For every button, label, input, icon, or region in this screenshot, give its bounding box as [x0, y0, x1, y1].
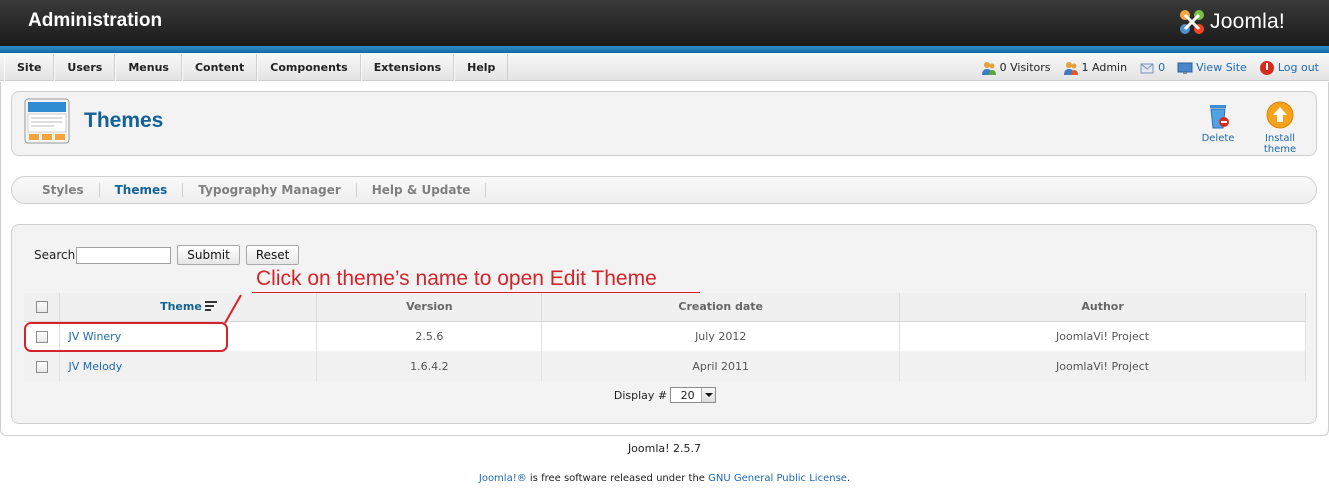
logout-label: Log out — [1277, 61, 1319, 74]
column-theme-label: Theme — [160, 300, 202, 314]
search-label: Search — [34, 248, 76, 262]
logout-icon — [1259, 60, 1274, 75]
theme-name-cell: JV Winery — [59, 321, 318, 351]
submit-button[interactable]: Submit — [177, 245, 240, 265]
logo-text: Joomla! — [1210, 10, 1285, 33]
upload-arrow-icon — [1266, 101, 1294, 129]
table-row: JV Melody 1.6.4.2 April 2011 JoomlaVi! P… — [24, 351, 1306, 381]
theme-name-link[interactable]: JV Melody — [68, 360, 122, 373]
toolbar-box: Themes Delete Install theme — [11, 91, 1317, 156]
page-title: Themes — [84, 109, 164, 132]
view-site-label: View Site — [1196, 61, 1247, 74]
header-strip — [0, 46, 1329, 53]
visitors-status: 0 Visitors — [981, 60, 1051, 76]
visitors-count: 0 Visitors — [999, 61, 1051, 74]
joomla-logo-icon — [1180, 10, 1204, 34]
select-all-checkbox[interactable] — [35, 301, 48, 314]
monitor-icon — [1177, 62, 1193, 74]
joomla-link[interactable]: Joomla!® — [479, 473, 527, 484]
menu-components[interactable]: Components — [257, 54, 361, 81]
row-checkbox[interactable] — [35, 360, 48, 373]
mail-icon — [1140, 63, 1154, 73]
row-checkbox[interactable] — [35, 330, 48, 343]
tab-themes[interactable]: Themes — [100, 183, 184, 197]
column-theme[interactable]: Theme — [59, 293, 318, 322]
install-label: Install theme — [1263, 133, 1297, 155]
install-theme-button[interactable]: Install theme — [1248, 100, 1312, 155]
menu-menus[interactable]: Menus — [115, 54, 182, 81]
license-end: . — [846, 473, 851, 484]
theme-name-cell: JV Melody — [59, 351, 318, 381]
version-text: Joomla! 2.5.7 — [627, 442, 702, 455]
messages-count: 0 — [1158, 61, 1166, 74]
theme-author: JoomlaVi! Project — [899, 351, 1306, 381]
select-all-cell — [24, 293, 61, 322]
tab-typography-manager[interactable]: Typography Manager — [183, 183, 357, 197]
menu-extensions[interactable]: Extensions — [360, 54, 455, 81]
license-body: is free software released under the — [526, 473, 709, 484]
admin-title: Administration — [28, 10, 163, 31]
menu-content[interactable]: Content — [181, 54, 258, 81]
column-creation-date[interactable]: Creation date — [541, 293, 901, 322]
trash-icon — [1210, 105, 1229, 129]
filter-bar: Search Submit Reset — [34, 245, 300, 265]
gpl-link[interactable]: GNU General Public License — [708, 473, 847, 484]
themes-table: Theme Version Creation date Author JV Wi… — [24, 293, 1306, 381]
column-author[interactable]: Author — [899, 293, 1306, 322]
admin-icon — [1063, 61, 1078, 75]
chevron-down-icon — [701, 388, 716, 402]
license-text: Joomla!® is free software released under… — [0, 473, 1329, 484]
theme-date: July 2012 — [541, 321, 901, 351]
menu-site[interactable]: Site — [4, 54, 55, 81]
sort-icon — [204, 301, 217, 312]
theme-date: April 2011 — [541, 351, 901, 381]
view-site-link[interactable]: View Site — [1177, 60, 1247, 76]
theme-version: 1.6.4.2 — [316, 351, 543, 381]
column-version[interactable]: Version — [316, 293, 543, 322]
delete-button[interactable]: Delete — [1196, 100, 1240, 144]
row-checkbox-cell — [24, 351, 61, 381]
themes-list-panel: Search Submit Reset Click on theme’s nam… — [11, 224, 1317, 424]
messages-status[interactable]: 0 — [1139, 60, 1165, 76]
top-header: Administration Joomla! — [0, 0, 1329, 46]
menu-users[interactable]: Users — [54, 54, 116, 81]
table-header-row: Theme Version Creation date Author — [24, 293, 1306, 322]
theme-version: 2.5.6 — [316, 321, 543, 351]
search-input[interactable] — [76, 246, 172, 264]
tab-styles[interactable]: Styles — [27, 183, 100, 197]
row-checkbox-cell — [24, 321, 61, 351]
reset-button[interactable]: Reset — [245, 245, 300, 265]
joomla-logo[interactable]: Joomla! — [1176, 6, 1285, 38]
menu-bar: Site Users Menus Content Components Exte… — [0, 54, 1329, 81]
display-limit-value: 20 — [680, 388, 695, 402]
theme-author: JoomlaVi! Project — [899, 321, 1306, 351]
display-limit-select[interactable]: 20 — [670, 387, 717, 403]
display-label: Display # — [613, 388, 668, 402]
menu-help[interactable]: Help — [454, 54, 509, 81]
table-row: JV Winery 2.5.6 July 2012 JoomlaVi! Proj… — [24, 321, 1306, 351]
users-icon — [981, 61, 996, 75]
delete-label: Delete — [1201, 133, 1235, 144]
submenu-bar: Styles Themes Typography Manager Help & … — [11, 176, 1317, 204]
pagination-bar: Display # 20 — [24, 380, 1306, 410]
logout-link[interactable]: Log out — [1259, 60, 1319, 76]
tab-help-update[interactable]: Help & Update — [357, 183, 487, 197]
themes-page-icon — [24, 98, 70, 144]
theme-name-link[interactable]: JV Winery — [68, 330, 121, 343]
annotation-text: Click on theme’s name to open Edit Theme — [256, 267, 657, 290]
admin-count: 1 Admin — [1081, 61, 1128, 74]
admin-status: 1 Admin — [1063, 60, 1128, 76]
